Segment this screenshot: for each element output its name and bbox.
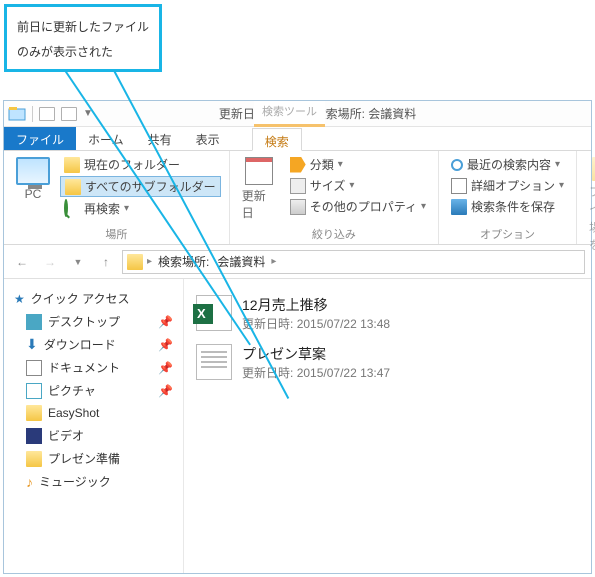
annotation-callout: 前日に更新したファイル のみが表示された (4, 4, 162, 72)
size-icon (290, 178, 306, 194)
size-button[interactable]: サイズ▾ (286, 176, 430, 195)
ribbon-group-open: ファイル 場所を (577, 151, 595, 244)
download-icon: ⬇ (26, 336, 38, 353)
properties-icon (290, 199, 306, 215)
qat-button-2[interactable] (61, 107, 77, 121)
qat-button-1[interactable] (39, 107, 55, 121)
chevron-right-icon: ▸ (271, 256, 276, 267)
sidebar-item-presentation[interactable]: プレゼン準備 (8, 447, 179, 470)
folder-icon (127, 254, 143, 270)
research-button[interactable]: 再検索▾ (60, 199, 221, 218)
current-folder-button[interactable]: 現在のフォルダー (60, 155, 221, 174)
kind-button[interactable]: 分類▾ (286, 155, 430, 174)
folder-icon (65, 179, 81, 195)
pc-button[interactable]: PC (12, 155, 54, 218)
open-file-location-button: ファイル 場所を (585, 155, 595, 255)
star-icon: ★ (14, 292, 25, 306)
search-results: X 12月売上推移 更新日時: 2015/07/22 13:48 プレゼン草案 … (184, 279, 591, 573)
sidebar-item-easyshot[interactable]: EasyShot (8, 402, 179, 424)
save-icon (451, 199, 467, 215)
group-label-refine: 絞り込み (238, 224, 430, 242)
chevron-right-icon: ▸ (147, 256, 152, 267)
date-modified-button[interactable]: 更新日 (238, 155, 280, 223)
advanced-options-button[interactable]: 詳細オプション▾ (447, 176, 568, 195)
titlebar: ▼ 検索ツール 更新日時：今日 - 検索場所: 会議資料 (4, 101, 591, 127)
sidebar-item-desktop[interactable]: デスクトップ📌 (8, 310, 179, 333)
tab-file[interactable]: ファイル (4, 127, 76, 150)
file-meta: 更新日時: 2015/07/22 13:48 (242, 315, 390, 332)
pc-icon (16, 157, 50, 185)
tab-share[interactable]: 共有 (136, 127, 184, 150)
calendar-icon (245, 157, 273, 185)
history-dropdown[interactable]: ▼ (66, 250, 90, 274)
callout-line2: のみが表示された (17, 45, 113, 59)
nav-pane: ★クイック アクセス デスクトップ📌 ⬇ダウンロード📌 ドキュメント📌 ピクチャ… (4, 279, 184, 573)
folder-icon (26, 405, 42, 421)
file-name: 12月売上推移 (242, 295, 390, 315)
contextual-tab-header: 検索ツール (254, 101, 325, 127)
pin-icon: 📌 (158, 338, 173, 352)
file-meta: 更新日時: 2015/07/22 13:47 (242, 364, 390, 381)
all-subfolders-button[interactable]: すべてのサブフォルダー (60, 176, 221, 197)
recent-icon (451, 159, 463, 171)
save-search-button[interactable]: 検索条件を保存 (447, 197, 568, 216)
advanced-icon (451, 178, 467, 194)
sidebar-item-downloads[interactable]: ⬇ダウンロード📌 (8, 333, 179, 356)
desktop-icon (26, 314, 42, 330)
nav-bar: ← → ▼ ↑ ▸ 検索場所: 会議資料 ▸ (4, 245, 591, 279)
address-bar[interactable]: ▸ 検索場所: 会議資料 ▸ (122, 250, 585, 274)
folder-icon (26, 451, 42, 467)
sidebar-item-music[interactable]: ♪ミュージック (8, 470, 179, 493)
folder-icon (64, 157, 80, 173)
breadcrumb-label: 検索場所: (156, 253, 211, 270)
recent-searches-button[interactable]: 最近の検索内容▾ (447, 155, 568, 174)
sidebar-item-videos[interactable]: ビデオ (8, 424, 179, 447)
music-icon: ♪ (26, 474, 33, 490)
forward-button[interactable]: → (38, 250, 62, 274)
divider (32, 106, 33, 122)
pin-icon: 📌 (158, 315, 173, 329)
ribbon-group-options: 最近の検索内容▾ 詳細オプション▾ 検索条件を保存 オプション (439, 151, 577, 244)
content-area: ★クイック アクセス デスクトップ📌 ⬇ダウンロード📌 ドキュメント📌 ピクチャ… (4, 279, 591, 573)
text-file-icon (196, 344, 232, 380)
group-label-options: オプション (447, 224, 568, 242)
breadcrumb-location[interactable]: 会議資料 (215, 253, 267, 270)
search-icon (64, 201, 80, 217)
ribbon-group-location: PC 現在のフォルダー すべてのサブフォルダー 再検索▾ 場所 (4, 151, 230, 244)
ribbon-group-refine: 更新日 分類▾ サイズ▾ その他のプロパティ▾ 絞り込み (230, 151, 439, 244)
chevron-down-icon: ▾ (124, 203, 129, 214)
sidebar-item-documents[interactable]: ドキュメント📌 (8, 356, 179, 379)
video-icon (26, 428, 42, 444)
callout-line1: 前日に更新したファイル (17, 20, 149, 34)
quick-access-header[interactable]: ★クイック アクセス (8, 287, 179, 310)
pin-icon: 📌 (158, 361, 173, 375)
pictures-icon (26, 383, 42, 399)
group-label-location: 場所 (12, 224, 221, 242)
up-button[interactable]: ↑ (94, 250, 118, 274)
app-icon (8, 105, 26, 123)
document-icon (26, 360, 42, 376)
other-properties-button[interactable]: その他のプロパティ▾ (286, 197, 430, 216)
tab-view[interactable]: 表示 (184, 127, 232, 150)
pin-icon: 📌 (158, 384, 173, 398)
ribbon: PC 現在のフォルダー すべてのサブフォルダー 再検索▾ 場所 更新日 分類▾ … (4, 151, 591, 245)
explorer-window: ▼ 検索ツール 更新日時：今日 - 検索場所: 会議資料 ファイル ホーム 共有… (3, 100, 592, 574)
sidebar-item-pictures[interactable]: ピクチャ📌 (8, 379, 179, 402)
file-item[interactable]: プレゼン草案 更新日時: 2015/07/22 13:47 (194, 338, 581, 387)
tab-search[interactable]: 検索 (252, 128, 302, 151)
back-button[interactable]: ← (10, 250, 34, 274)
ribbon-tabs: ファイル ホーム 共有 表示 検索 (4, 127, 591, 151)
tag-icon (290, 157, 306, 173)
